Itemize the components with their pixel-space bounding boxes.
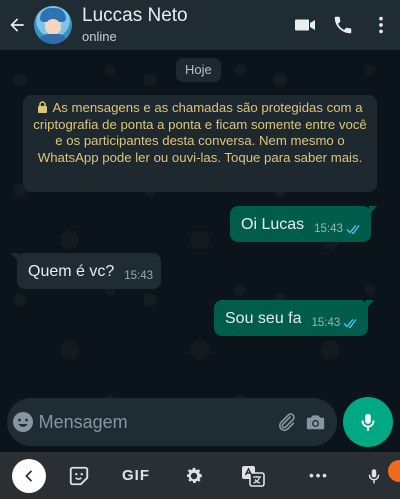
attach-button[interactable] <box>271 398 301 446</box>
keyboard-settings-button[interactable] <box>160 452 228 499</box>
message-time: 15:43 <box>124 270 154 282</box>
encryption-notice[interactable]: As mensagens e as chamadas são protegida… <box>23 95 377 192</box>
encryption-notice-text: As mensagens e as chamadas são protegida… <box>33 100 367 165</box>
gif-button[interactable]: GIF <box>112 452 160 499</box>
read-receipt-icon <box>346 225 360 234</box>
camera-button[interactable] <box>301 398 331 446</box>
voice-input-button[interactable] <box>360 452 388 499</box>
message-composer <box>7 398 337 446</box>
translate-button[interactable] <box>228 452 278 499</box>
more-options-button[interactable] <box>362 0 400 50</box>
voice-call-button[interactable] <box>324 0 362 50</box>
mic-icon <box>368 468 380 483</box>
chat-header: Luccas Neto online <box>0 0 400 50</box>
message-text: Sou seu fa <box>225 310 302 327</box>
back-button[interactable] <box>0 0 34 50</box>
more-options-button[interactable]: ••• <box>278 452 360 499</box>
mic-icon <box>361 413 375 432</box>
chevron-left-icon <box>25 469 32 482</box>
keyboard-collapse-button[interactable] <box>12 458 46 493</box>
contact-name: Luccas Neto <box>82 5 188 26</box>
keyboard-toolbar: GIF ••• <box>0 452 400 499</box>
contact-info[interactable]: Luccas Neto online <box>82 5 286 45</box>
chat-area[interactable]: Hoje As mensagens e as chamadas são prot… <box>0 50 400 445</box>
message-time: 15:43 <box>311 317 341 329</box>
message-incoming[interactable]: Quem é vc? 15:43 <box>11 253 162 289</box>
sticker-icon <box>69 466 89 485</box>
more-vert-icon <box>379 16 383 34</box>
message-text: Quem é vc? <box>28 263 115 280</box>
sticker-button[interactable] <box>46 452 112 499</box>
read-receipt-icon <box>343 319 357 328</box>
attach-icon <box>278 413 295 432</box>
phone-icon <box>334 16 352 34</box>
gif-label: GIF <box>122 467 150 484</box>
contact-status: online <box>82 29 117 44</box>
camera-icon <box>307 414 325 429</box>
back-arrow-icon <box>10 18 24 32</box>
video-call-icon <box>295 19 315 31</box>
translate-icon <box>242 465 265 487</box>
avatar[interactable] <box>34 6 72 44</box>
emoji-button[interactable] <box>7 398 39 446</box>
message-outgoing[interactable]: Sou seu fa 15:43 <box>214 300 375 336</box>
video-call-button[interactable] <box>286 0 324 50</box>
date-chip: Hoje <box>176 58 221 82</box>
message-text: Oi Lucas <box>241 216 305 233</box>
voice-record-button[interactable] <box>343 397 393 447</box>
settings-icon <box>187 467 202 483</box>
lock-icon <box>38 101 48 113</box>
message-outgoing[interactable]: Oi Lucas 15:43 <box>230 206 377 242</box>
more-label: ••• <box>309 468 329 483</box>
message-input[interactable] <box>38 398 271 446</box>
message-time: 15:43 <box>314 223 343 235</box>
emoji-icon <box>12 412 33 432</box>
